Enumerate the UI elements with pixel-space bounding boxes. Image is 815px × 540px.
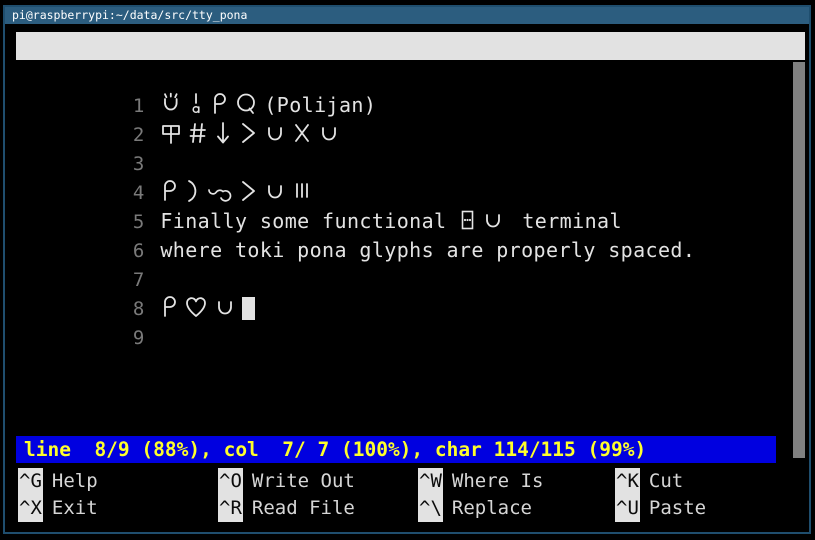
nano-header-bar: GNU nano 6.0 .txt* <box>16 32 805 60</box>
editor-line[interactable]: 6 where toki pona glyphs are properly spa… <box>16 207 805 262</box>
editor-line[interactable]: 1 (Polijan) <box>16 62 805 117</box>
shortcut-label: Where Is <box>451 470 544 492</box>
editor-line[interactable]: 3 <box>16 120 805 175</box>
shortcut-key: ^K <box>615 468 640 495</box>
shortcut-label: Cut <box>648 470 684 492</box>
terminal-window: pi@raspberrypi:~/data/src/tty_pona GNU n… <box>0 0 815 540</box>
editor-line[interactable]: 5 Finally some functional terminal <box>16 178 805 233</box>
shortcut-paste[interactable]: ^U Paste <box>615 495 706 522</box>
editor-line[interactable]: 7 <box>16 236 805 291</box>
scrollbar-thumb[interactable] <box>793 62 805 458</box>
line-number: 9 <box>132 327 145 349</box>
editor-line[interactable]: 2 <box>16 91 805 146</box>
shortcut-read-file[interactable]: ^R Read File <box>218 495 355 522</box>
shortcut-label: Exit <box>51 497 98 519</box>
nano-shortcut-bar: ^G Help ^O Write Out ^W Where Is ^K Cut ^X Ex… <box>10 468 809 526</box>
shortcut-replace[interactable]: ^\ Replace <box>418 495 532 522</box>
terminal-screen: GNU nano 6.0 .txt* 1(Polijan) 2 <box>5 24 809 532</box>
nano-status-bar: line 8/9 (88%), col 7/ 7 (100%), char 11… <box>16 436 776 463</box>
shortcut-exit[interactable]: ^X Exit <box>18 495 98 522</box>
shortcut-label: Paste <box>648 497 707 519</box>
editor-line[interactable]: 4 <box>16 149 805 204</box>
shortcut-key: ^X <box>18 495 43 522</box>
shortcut-write-out[interactable]: ^O Write Out <box>218 468 355 495</box>
shortcut-row-1: ^G Help ^O Write Out ^W Where Is ^K Cut <box>10 468 809 495</box>
shortcut-key: ^W <box>418 468 443 495</box>
shortcut-help[interactable]: ^G Help <box>18 468 98 495</box>
shortcut-key: ^U <box>615 495 640 522</box>
editor-text-area[interactable]: 1 (Polijan) 2 3 4 5 Finally some functiona… <box>16 62 805 458</box>
editor-line[interactable]: 9 <box>16 294 805 349</box>
shortcut-label: Help <box>51 470 98 492</box>
window-titlebar[interactable]: pi@raspberrypi:~/data/src/tty_pona <box>5 7 809 24</box>
shortcut-key: ^G <box>18 468 43 495</box>
shortcut-label: Write Out <box>251 470 355 492</box>
shortcut-key: ^O <box>218 468 243 495</box>
shortcut-key: ^R <box>218 495 243 522</box>
shortcut-label: Replace <box>451 497 532 519</box>
shortcut-where-is[interactable]: ^W Where Is <box>418 468 543 495</box>
shortcut-key: ^\ <box>418 495 443 522</box>
shortcut-cut[interactable]: ^K Cut <box>615 468 683 495</box>
nano-filename: .txt* <box>406 32 689 60</box>
editor-line[interactable]: 8 <box>16 265 805 320</box>
shortcut-label: Read File <box>251 497 355 519</box>
shortcut-row-2: ^X Exit ^R Read File ^\ Replace ^U Paste <box>10 495 809 522</box>
